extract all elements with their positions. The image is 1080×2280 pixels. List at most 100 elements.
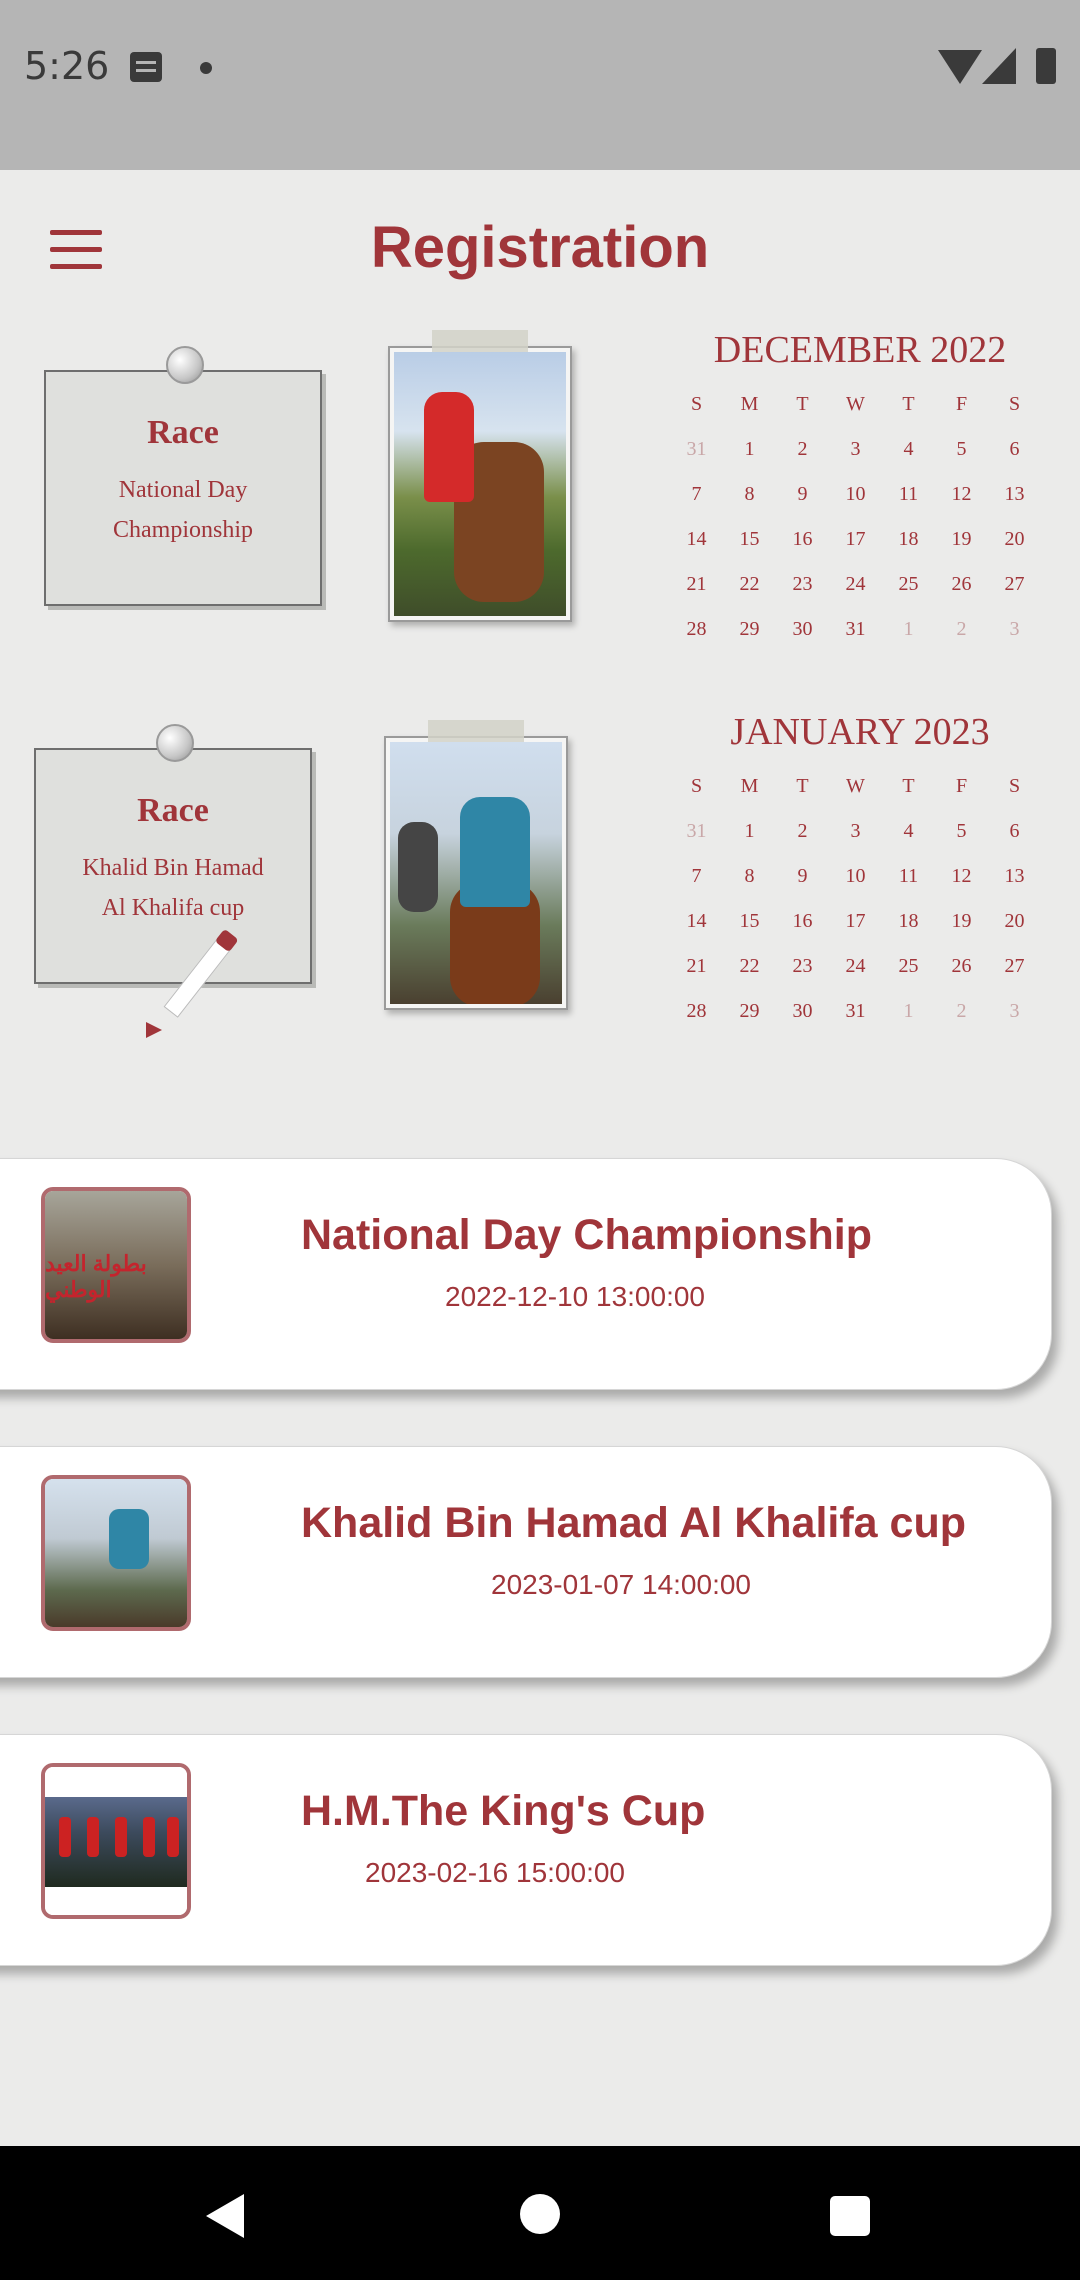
calendar-day: 31 <box>845 1000 866 1022</box>
calendar-day-highlighted: 7 <box>670 853 723 900</box>
weekday-label: T <box>796 775 809 797</box>
recents-icon[interactable] <box>830 2196 870 2236</box>
thumb-text: بطولة العيد الوطني <box>45 1251 147 1302</box>
rider-photo <box>390 742 562 1004</box>
calendar-day: 20 <box>1004 528 1025 550</box>
calendar-day: 30 <box>792 618 813 640</box>
calendar-day: 21 <box>686 573 707 595</box>
race-name: H.M.The King's Cup <box>301 1787 706 1835</box>
race-thumbnail: بطولة العيد الوطني <box>41 1187 191 1343</box>
calendar-day: 5 <box>956 438 967 460</box>
back-icon[interactable] <box>206 2194 244 2238</box>
calendar-month: JANUARY 2023 <box>730 711 990 753</box>
calendar-day: 10 <box>845 865 866 887</box>
race-thumbnail <box>41 1475 191 1631</box>
calendar-day: 17 <box>845 910 866 932</box>
calendar-day: 11 <box>898 865 919 887</box>
calendar-day: 2 <box>797 438 808 460</box>
pin-icon <box>166 346 204 384</box>
calendar-day: 27 <box>1004 573 1025 595</box>
note-line: Championship <box>112 517 253 543</box>
note-line: Al Khalifa cup <box>101 895 245 921</box>
race-photo-khalid-cup[interactable] <box>384 720 568 1010</box>
calendar-day-highlighted: 9 <box>776 471 829 518</box>
calendar-day: 2 <box>956 1000 967 1022</box>
calendar-day: 3 <box>1009 618 1020 640</box>
calendar-day: 25 <box>898 573 919 595</box>
calendar-day: 26 <box>951 573 972 595</box>
calendar-day: 4 <box>903 820 914 842</box>
calendar-day: 11 <box>898 483 919 505</box>
calendar-day: 3 <box>850 438 861 460</box>
note-heading: Race <box>147 414 219 451</box>
calendar-day: 22 <box>739 573 760 595</box>
weekday-label: M <box>740 393 759 415</box>
weekday-label: S <box>690 393 703 415</box>
calendar-day: 31 <box>686 820 707 842</box>
race-card-khalid-cup[interactable]: Khalid Bin Hamad Al Khalifa cup 2023-01-… <box>0 1446 1052 1678</box>
calendar-day: 7 <box>691 483 702 505</box>
calendar-day: 8 <box>744 865 755 887</box>
calendar-day: 12 <box>951 865 972 887</box>
calendar-december-2022: DECEMBER 2022 S M T W T F S 31 1 2 3 4 5 6 7 8 9 10 11 12 13… <box>670 328 1050 648</box>
calendar-day: 6 <box>1009 438 1020 460</box>
race-datetime: 2023-02-16 15:00:00 <box>365 1857 625 1888</box>
weekday-label: S <box>690 775 703 797</box>
calendar-day: 1 <box>903 618 914 640</box>
calendar-day: 28 <box>686 618 707 640</box>
calendar-day: 5 <box>956 820 967 842</box>
calendar-day: 3 <box>850 820 861 842</box>
calendar-day: 13 <box>1004 483 1025 505</box>
notification-icon <box>130 52 162 82</box>
calendar-day: 17 <box>845 528 866 550</box>
calendar-day: 2 <box>956 618 967 640</box>
weekday-label: W <box>846 393 865 415</box>
play-icon <box>146 1022 162 1038</box>
page-title: Registration <box>370 215 710 280</box>
battery-icon <box>1036 48 1056 84</box>
calendar-day: 3 <box>1009 1000 1020 1022</box>
calendar-day: 18 <box>898 910 919 932</box>
weekday-label: F <box>955 775 968 797</box>
calendar-day: 1 <box>903 1000 914 1022</box>
weekday-label: S <box>1008 393 1021 415</box>
wifi-icon <box>938 50 982 84</box>
status-bar: 5:26 <box>0 0 1080 170</box>
calendar-day: 18 <box>898 528 919 550</box>
race-datetime: 2022-12-10 13:00:00 <box>445 1281 705 1312</box>
race-card-kings-cup[interactable]: H.M.The King's Cup 2023-02-16 15:00:00 <box>0 1734 1052 1966</box>
calendar-month: DECEMBER 2022 <box>713 329 1007 371</box>
weekday-label: M <box>740 775 759 797</box>
calendar-day: 13 <box>1004 865 1025 887</box>
calendar-day: 20 <box>1004 910 1025 932</box>
calendar-day: 26 <box>951 955 972 977</box>
calendar-day: 15 <box>739 910 760 932</box>
calendar-day: 24 <box>845 955 866 977</box>
calendar-day: 2 <box>797 820 808 842</box>
race-photo-national-day[interactable] <box>388 330 572 622</box>
app-content: Registration Race National Day Champions… <box>0 170 1080 2146</box>
pin-icon <box>156 724 194 762</box>
calendar-day: 23 <box>792 573 813 595</box>
race-card-national-day[interactable]: بطولة العيد الوطني National Day Champion… <box>0 1158 1052 1390</box>
race-thumbnail <box>41 1763 191 1919</box>
calendar-day: 16 <box>792 528 813 550</box>
race-name: Khalid Bin Hamad Al Khalifa cup <box>301 1499 966 1547</box>
calendar-day: 4 <box>903 438 914 460</box>
calendar-day-highlighted: 10 <box>829 471 882 518</box>
calendar-day: 1 <box>744 438 755 460</box>
calendar-day: 29 <box>739 618 760 640</box>
weekday-label: S <box>1008 775 1021 797</box>
race-note-khalid-cup[interactable]: Race Khalid Bin Hamad Al Khalifa cup <box>34 724 312 984</box>
note-heading: Race <box>137 792 209 829</box>
weekday-label: F <box>955 393 968 415</box>
calendar-day: 19 <box>951 528 972 550</box>
race-note-national-day[interactable]: Race National Day Championship <box>44 346 322 606</box>
calendar-day: 31 <box>845 618 866 640</box>
calendar-day: 29 <box>739 1000 760 1022</box>
calendar-day: 31 <box>686 438 707 460</box>
status-time: 5:26 <box>24 44 110 88</box>
note-line: Khalid Bin Hamad <box>82 855 264 881</box>
calendar-january-2023: JANUARY 2023 S M T W T F S 31 1 2 3 4 5 6 7 8 9 10 11 12 13 1… <box>670 710 1050 1030</box>
home-icon[interactable] <box>520 2194 560 2234</box>
